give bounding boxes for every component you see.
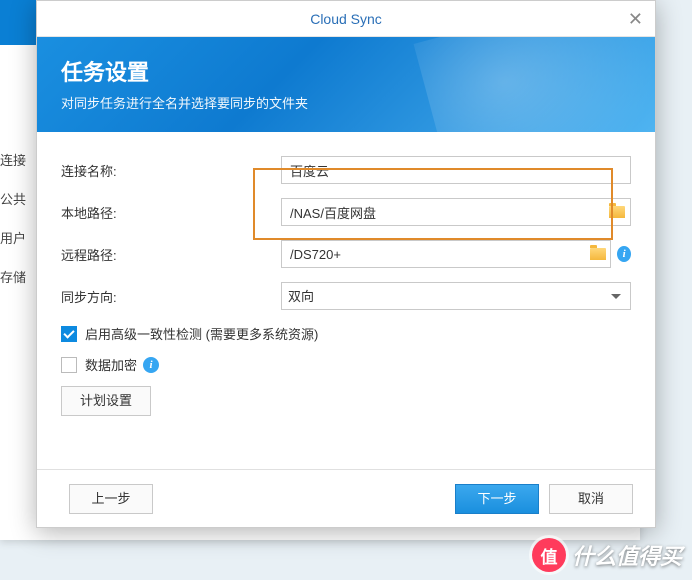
watermark: 值 什么值得买 bbox=[532, 538, 682, 572]
watermark-badge-icon: 值 bbox=[532, 538, 566, 572]
row-local-path: 本地路径: bbox=[61, 198, 631, 226]
direction-select[interactable]: 双向 bbox=[281, 282, 631, 310]
bg-sidebar: 连接 公共 用户 存储 bbox=[0, 140, 26, 296]
banner-subtitle: 对同步任务进行全名并选择要同步的文件夹 bbox=[61, 93, 631, 112]
bg-sidebar-item: 公共 bbox=[0, 179, 26, 218]
cancel-button[interactable]: 取消 bbox=[549, 484, 633, 514]
bg-sidebar-item: 用户 bbox=[0, 218, 26, 257]
local-path-browse-button[interactable] bbox=[603, 198, 631, 226]
row-encrypt: 数据加密 i bbox=[61, 355, 631, 374]
task-settings-dialog: Cloud Sync ✕ 任务设置 对同步任务进行全名并选择要同步的文件夹 连接… bbox=[36, 0, 656, 528]
remote-path-input[interactable] bbox=[281, 240, 585, 268]
row-conn-name: 连接名称: bbox=[61, 156, 631, 184]
form-area: 连接名称: 本地路径: 远程路径: i bbox=[37, 132, 655, 469]
dialog-title: Cloud Sync bbox=[310, 11, 382, 27]
next-button[interactable]: 下一步 bbox=[455, 484, 539, 514]
label-conn-name: 连接名称: bbox=[61, 161, 281, 180]
local-path-input[interactable] bbox=[281, 198, 603, 226]
row-remote-path: 远程路径: i bbox=[61, 240, 631, 268]
bg-sidebar-item: 存储 bbox=[0, 257, 26, 296]
encrypt-label: 数据加密 bbox=[85, 355, 137, 374]
close-icon[interactable]: ✕ bbox=[628, 9, 643, 30]
row-consistency: 启用高级一致性检测 (需要更多系统资源) bbox=[61, 324, 631, 343]
label-local-path: 本地路径: bbox=[61, 203, 281, 222]
label-remote-path: 远程路径: bbox=[61, 245, 281, 264]
banner-heading: 任务设置 bbox=[61, 55, 631, 87]
folder-icon bbox=[609, 206, 625, 218]
consistency-label: 启用高级一致性检测 (需要更多系统资源) bbox=[85, 324, 318, 343]
consistency-checkbox[interactable] bbox=[61, 326, 77, 342]
label-direction: 同步方向: bbox=[61, 287, 281, 306]
dialog-footer: 上一步 下一步 取消 bbox=[37, 469, 655, 527]
remote-path-browse-button[interactable] bbox=[585, 240, 611, 268]
info-icon[interactable]: i bbox=[143, 357, 159, 373]
bg-sidebar-item: 连接 bbox=[0, 140, 26, 179]
row-direction: 同步方向: 双向 bbox=[61, 282, 631, 310]
info-icon[interactable]: i bbox=[617, 246, 631, 262]
dialog-banner: 任务设置 对同步任务进行全名并选择要同步的文件夹 bbox=[37, 37, 655, 132]
dialog-titlebar: Cloud Sync ✕ bbox=[37, 1, 655, 37]
folder-icon bbox=[590, 248, 606, 260]
schedule-button[interactable]: 计划设置 bbox=[61, 386, 151, 416]
encrypt-checkbox[interactable] bbox=[61, 357, 77, 373]
back-button[interactable]: 上一步 bbox=[69, 484, 153, 514]
watermark-text: 什么值得买 bbox=[572, 539, 682, 571]
conn-name-input[interactable] bbox=[281, 156, 631, 184]
